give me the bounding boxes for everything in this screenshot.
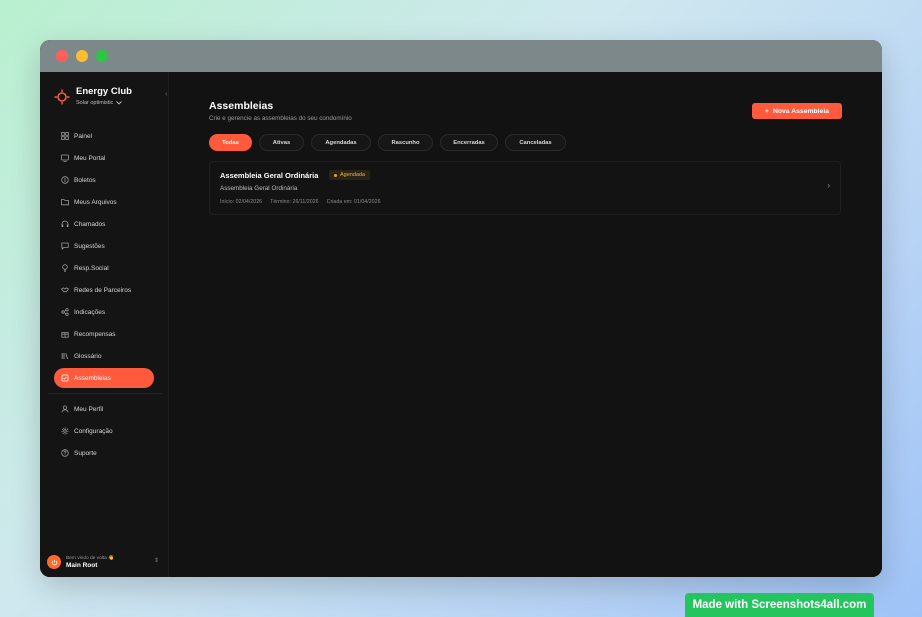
- collapse-sidebar-button[interactable]: ‹: [165, 91, 167, 98]
- sidebar-item-meu-portal[interactable]: Meu Portal: [54, 148, 154, 168]
- sidebar-item-label: Meu Portal: [74, 154, 106, 162]
- main-content: Assembleias Crie e gerencie as assemblei…: [169, 72, 882, 577]
- status-badge-label: Agendada: [340, 172, 366, 178]
- chevron-up-down-icon: ⇕: [153, 558, 159, 564]
- headset-icon: [61, 220, 69, 228]
- monitor-icon: [61, 154, 69, 162]
- sidebar-item-label: Chamados: [74, 220, 106, 228]
- sidebar-item-label: Indicações: [74, 308, 106, 316]
- assembly-dates: Início: 02/04/2026 Término: 26/11/2026 C…: [220, 199, 381, 205]
- receipt-icon: [61, 176, 69, 184]
- brand-subtitle: Solar optimistic: [76, 100, 114, 106]
- sidebar-item-glossario[interactable]: Glossário: [54, 346, 154, 366]
- tab-todas[interactable]: Todas: [209, 134, 252, 151]
- sidebar-item-indicacoes[interactable]: Indicações: [54, 302, 154, 322]
- page-subtitle: Crie e gerencie as assembleias do seu co…: [209, 115, 352, 122]
- welcome-text: Bem vindo de volta 👋: [66, 555, 115, 561]
- help-icon: [61, 449, 69, 457]
- sidebar-item-painel[interactable]: Painel: [54, 126, 154, 146]
- folder-icon: [61, 198, 69, 206]
- brand-name: Energy Club: [76, 86, 132, 97]
- sidebar-item-assembleias[interactable]: Assembleias: [54, 368, 154, 388]
- user-name: Main Root: [66, 561, 98, 569]
- bulb-icon: [61, 264, 69, 272]
- brand-selector[interactable]: Solar optimistic: [76, 100, 132, 106]
- assembly-created-date: Criada em: 01/04/2026: [326, 199, 381, 205]
- gift-icon: [61, 330, 69, 338]
- assembly-start-date: Início: 02/04/2026: [220, 199, 263, 205]
- sidebar-item-label: Meus Arquivos: [74, 198, 117, 206]
- sidebar-item-meu-perfil[interactable]: Meu Perfil: [54, 399, 154, 419]
- grid-icon: [61, 132, 69, 140]
- sidebar-item-label: Configuração: [74, 427, 113, 435]
- sidebar-item-label: Recompensas: [74, 330, 116, 338]
- minimize-window-button[interactable]: [76, 50, 88, 62]
- maximize-window-button[interactable]: [96, 50, 108, 62]
- ballot-icon: [61, 374, 69, 382]
- sidebar-item-label: Sugestões: [74, 242, 105, 250]
- app-body: Energy Club Solar optimistic ‹ Painel Me…: [40, 72, 882, 577]
- sidebar-item-label: Suporte: [74, 449, 97, 457]
- sidebar-item-recompensas[interactable]: Recompensas: [54, 324, 154, 344]
- sun-logo-icon: [54, 89, 70, 105]
- plus-icon: +: [764, 107, 769, 115]
- sidebar-item-chamados[interactable]: Chamados: [54, 214, 154, 234]
- tab-ativas[interactable]: Ativas: [259, 134, 304, 151]
- status-tabs: Todas Ativas Agendadas Rascunho Encerrad…: [209, 134, 566, 151]
- sidebar-item-label: Meu Perfil: [74, 405, 104, 413]
- share-icon: [61, 308, 69, 316]
- tab-agendadas[interactable]: Agendadas: [311, 134, 371, 151]
- sidebar-divider: [48, 393, 162, 394]
- assembly-card[interactable]: Assembleia Geral Ordinária Agendada Asse…: [209, 161, 841, 215]
- sidebar-item-label: Resp.Social: [74, 264, 109, 272]
- chevron-right-icon: ›: [827, 181, 830, 190]
- tab-encerradas[interactable]: Encerradas: [440, 134, 498, 151]
- sidebar-item-suporte[interactable]: Suporte: [54, 443, 154, 463]
- avatar: [47, 555, 61, 569]
- window-titlebar: [40, 40, 882, 72]
- chat-icon: [61, 242, 69, 250]
- sidebar-item-sugestoes[interactable]: Sugestões: [54, 236, 154, 256]
- sidebar-item-label: Glossário: [74, 352, 102, 360]
- power-icon: [51, 559, 57, 565]
- sidebar: Energy Club Solar optimistic ‹ Painel Me…: [40, 72, 169, 577]
- gear-icon: [61, 427, 69, 435]
- sidebar-nav: Painel Meu Portal Boletos Meus Arquivos …: [48, 126, 162, 465]
- assembly-title: Assembleia Geral Ordinária: [220, 171, 319, 180]
- sidebar-item-label: Painel: [74, 132, 93, 140]
- status-badge: Agendada: [329, 170, 371, 180]
- sidebar-item-label: Redes de Parceiros: [74, 286, 132, 294]
- page-title: Assembleias: [209, 100, 274, 112]
- sidebar-item-resp-social[interactable]: Resp.Social: [54, 258, 154, 278]
- sidebar-item-configuracao[interactable]: Configuração: [54, 421, 154, 441]
- user-icon: [61, 405, 69, 413]
- watermark-badge: Made with Screenshots4all.com: [685, 593, 874, 617]
- handshake-icon: [61, 286, 69, 294]
- brand[interactable]: Energy Club Solar optimistic: [54, 86, 132, 106]
- close-window-button[interactable]: [56, 50, 68, 62]
- tab-canceladas[interactable]: Canceladas: [505, 134, 566, 151]
- assembly-description: Assembleia Geral Ordinária: [220, 185, 298, 192]
- book-icon: [61, 352, 69, 360]
- tab-rascunho[interactable]: Rascunho: [378, 134, 433, 151]
- sidebar-item-meus-arquivos[interactable]: Meus Arquivos: [54, 192, 154, 212]
- sidebar-item-boletos[interactable]: Boletos: [54, 170, 154, 190]
- new-assembly-button[interactable]: + Nova Assembleia: [752, 103, 842, 119]
- assembly-end-date: Término: 26/11/2026: [270, 199, 319, 205]
- app-window: Energy Club Solar optimistic ‹ Painel Me…: [40, 40, 882, 577]
- user-menu[interactable]: Bem vindo de volta 👋 Main Root ⇕: [47, 553, 161, 571]
- new-assembly-label: Nova Assembleia: [772, 107, 830, 115]
- sidebar-item-label: Assembleias: [74, 374, 111, 382]
- sidebar-item-label: Boletos: [74, 176, 96, 184]
- status-dot-icon: [334, 173, 337, 177]
- chevron-down-icon: [116, 101, 123, 105]
- sidebar-item-redes-de-parceiros[interactable]: Redes de Parceiros: [54, 280, 154, 300]
